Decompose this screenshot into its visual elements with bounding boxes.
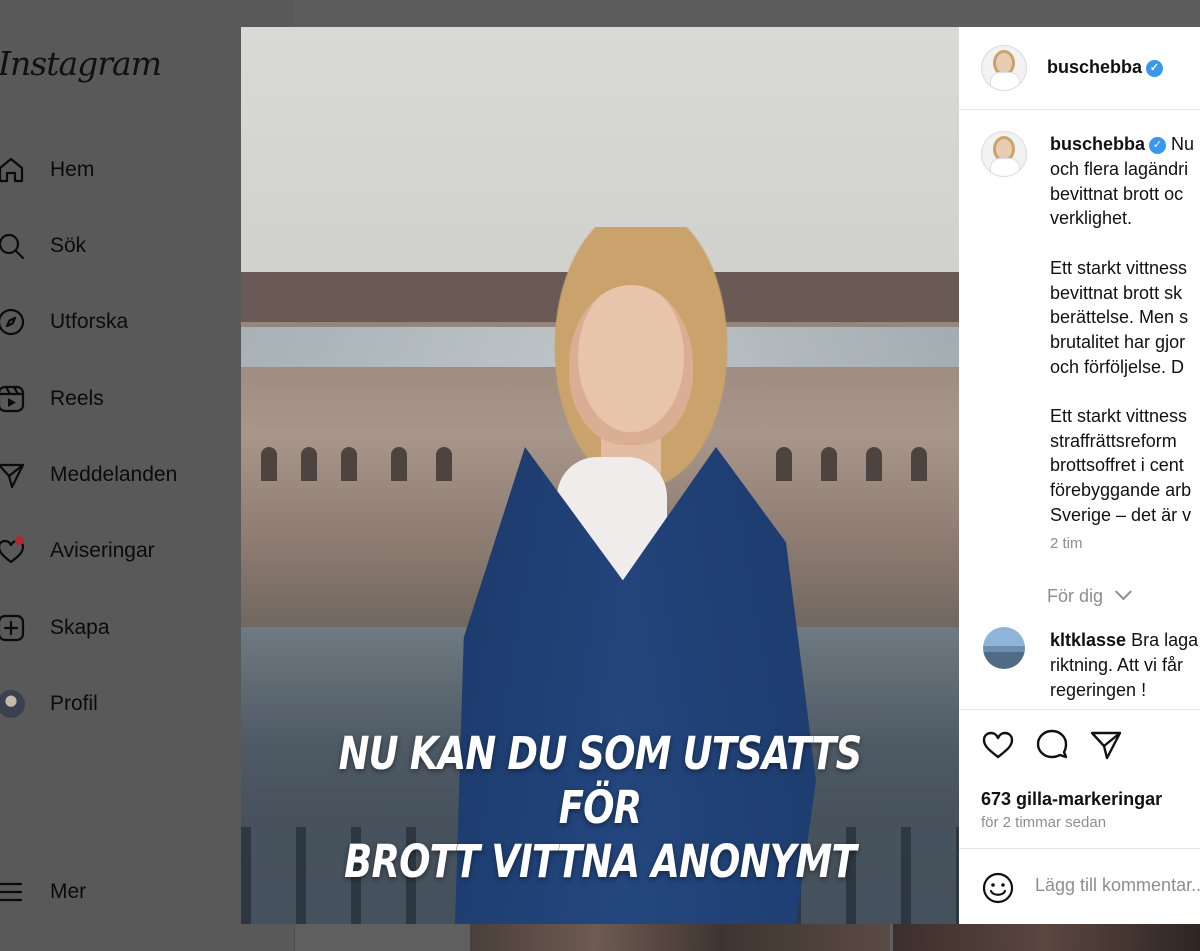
background-post-thumbnail	[470, 924, 890, 951]
caption-line: och flera lagändri	[1050, 159, 1189, 179]
caption-line: brottsoffret i cent	[1050, 455, 1184, 476]
caption-line: brutalitet har gjor	[1050, 331, 1186, 352]
feed-background	[294, 0, 1200, 27]
author-avatar[interactable]	[981, 45, 1027, 91]
caption-line: bevittnat brott oc	[1050, 183, 1184, 204]
sidebar-item-label: Meddelanden	[50, 463, 178, 486]
home-icon	[0, 155, 26, 185]
post-timestamp: för 2 timmar sedan	[981, 814, 1107, 831]
compass-icon	[0, 307, 26, 337]
sidebar-item-notifications[interactable]: Aviseringar	[0, 529, 155, 573]
plus-square-icon	[0, 613, 26, 643]
author-username[interactable]: buschebba ✓	[1047, 57, 1164, 78]
post-actions: 673 gilla-markeringar för 2 timmar sedan	[959, 709, 1200, 924]
sidebar-item-label: Aviseringar	[50, 539, 155, 562]
heart-icon	[0, 536, 26, 566]
sidebar-item-home[interactable]: Hem	[0, 148, 94, 192]
share-send-icon[interactable]	[1089, 728, 1123, 762]
caption-line: förebyggande arb	[1050, 480, 1192, 501]
comment-line: regeringen !	[1050, 680, 1147, 700]
comment-line: riktning. Att vi får	[1050, 655, 1184, 675]
sidebar-item-label: Hem	[50, 158, 95, 181]
post-image[interactable]: NU KAN DU SOM UTSATTS FÖR BROTT VITTNA A…	[241, 27, 959, 924]
post-header: buschebba ✓	[959, 27, 1200, 110]
sidebar-item-label: Mer	[50, 880, 87, 903]
instagram-logo[interactable]: Instagram	[0, 44, 162, 83]
send-icon	[0, 460, 26, 490]
sidebar-item-label: Skapa	[50, 616, 110, 639]
caption-username[interactable]: buschebba	[1050, 134, 1145, 154]
sidebar-item-profile[interactable]: Profil	[0, 682, 98, 726]
post-image-headline: NU KAN DU SOM UTSATTS FÖR BROTT VITTNA A…	[338, 727, 863, 888]
caption-author-avatar[interactable]	[981, 131, 1027, 177]
caption-line: Ett starkt vittness	[1050, 406, 1188, 426]
sidebar-item-search[interactable]: Sök	[0, 224, 86, 268]
post-details-panel: buschebba ✓ buschebba ✓ Nu och flera lagän…	[959, 27, 1200, 924]
sidebar-item-messages[interactable]: Meddelanden	[0, 453, 177, 497]
sidebar-item-label: Sök	[50, 234, 87, 257]
sidebar-item-more[interactable]: Mer	[0, 870, 86, 914]
background-post-thumbnail	[893, 924, 1200, 951]
caption-line: Sverige – det är v	[1050, 504, 1192, 525]
comment-first-line: kltklasse Bra laga	[1050, 630, 1199, 650]
sidebar-item-label: Utforska	[50, 310, 129, 333]
caption-line: berättelse. Men s	[1050, 307, 1189, 328]
sidebar-item-reels[interactable]: Reels	[0, 377, 104, 421]
emoji-icon[interactable]	[981, 871, 1015, 905]
profile-avatar	[0, 689, 26, 719]
caption-line: bevittnat brott sk	[1050, 282, 1183, 303]
caption-line: och förföljelse. D	[1050, 356, 1185, 377]
caption-first-line: buschebba ✓ Nu	[1050, 134, 1195, 154]
sidebar-item-explore[interactable]: Utforska	[0, 300, 128, 344]
sidebar-item-create[interactable]: Skapa	[0, 606, 110, 650]
notification-dot	[15, 536, 24, 545]
comment-icon[interactable]	[1035, 728, 1069, 762]
caption-line: verklighet.	[1050, 208, 1133, 229]
chevron-down-icon	[1114, 583, 1132, 601]
likes-count[interactable]: 673 gilla-markeringar	[981, 789, 1162, 810]
menu-icon	[0, 877, 26, 907]
like-heart-icon[interactable]	[981, 728, 1015, 762]
caption-line: straffrättsreform	[1050, 430, 1177, 451]
commenter-avatar[interactable]	[983, 627, 1025, 669]
for-you-dropdown[interactable]: För dig	[1047, 583, 1132, 607]
comment-input[interactable]	[1035, 875, 1200, 896]
search-icon	[0, 231, 26, 261]
comment-username[interactable]: kltklasse	[1050, 630, 1126, 650]
verified-badge-icon: ✓	[1146, 59, 1164, 77]
person-portrait	[569, 285, 693, 445]
sidebar-item-label: Profil	[50, 692, 98, 715]
caption-timestamp[interactable]: 2 tim	[1050, 535, 1083, 552]
reels-icon	[0, 384, 26, 414]
verified-badge-icon: ✓	[1149, 136, 1167, 154]
caption-line: Ett starkt vittness	[1050, 257, 1188, 278]
comment-box	[959, 848, 1200, 924]
sidebar-item-label: Reels	[50, 387, 104, 410]
